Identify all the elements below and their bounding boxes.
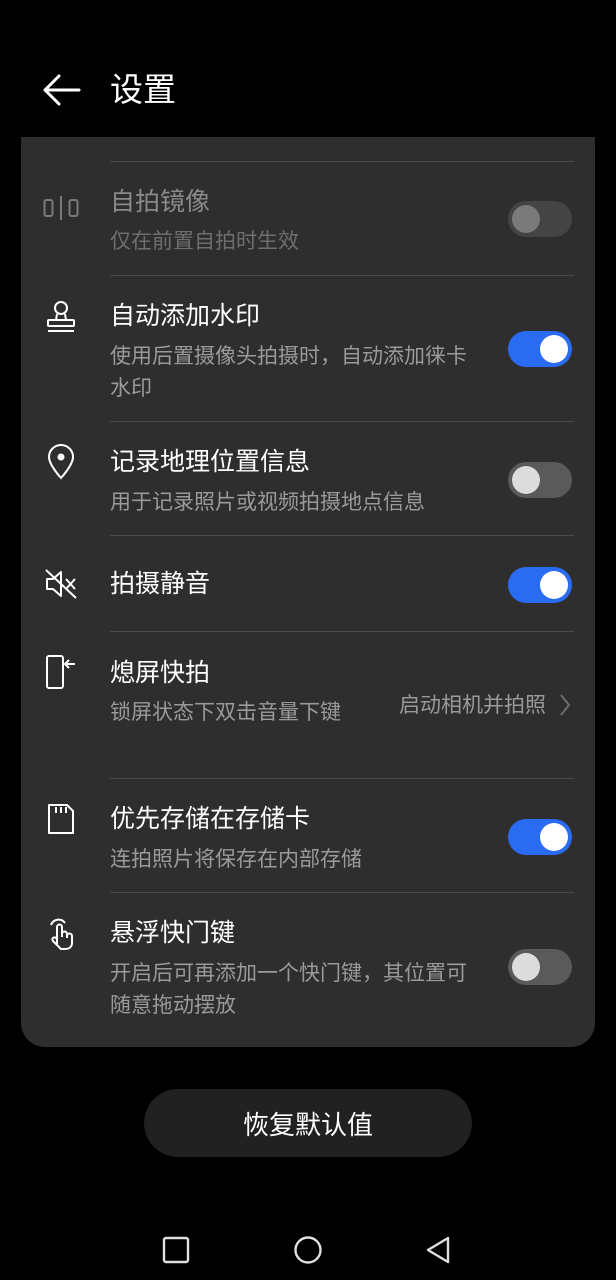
mute-speaker-icon	[43, 566, 79, 602]
setting-title: 自动添加水印	[110, 301, 261, 330]
header: 设置	[0, 0, 616, 137]
chevron-right-icon	[560, 694, 571, 716]
touch-hand-icon	[43, 915, 79, 951]
mirror-icon	[43, 190, 79, 226]
setting-subtitle: 开启后可再添加一个快门键，其位置可随意拖动摆放	[110, 961, 467, 1017]
setting-title: 悬浮快门键	[110, 918, 236, 947]
square-recent-icon	[162, 1236, 190, 1264]
arrow-left-icon	[43, 74, 81, 106]
watermark-toggle[interactable]	[508, 331, 572, 367]
toggle-knob	[540, 823, 568, 851]
setting-row-mirror: 自拍镜像 仅在前置自拍时生效	[21, 162, 595, 276]
sd-card-toggle[interactable]	[508, 819, 572, 855]
setting-title: 熄屏快拍	[110, 658, 211, 687]
location-toggle[interactable]	[508, 462, 572, 498]
setting-title: 自拍镜像	[110, 187, 211, 216]
toggle-knob	[540, 335, 568, 363]
back-button[interactable]	[36, 66, 86, 114]
page-title: 设置	[110, 70, 176, 109]
reset-defaults-button[interactable]: 恢复默认值	[144, 1089, 472, 1157]
settings-card: 自拍镜像 仅在前置自拍时生效 自动添加水印 使用后置摄像头拍摄时，自动添加徕卡水…	[21, 137, 595, 1047]
setting-row-watermark[interactable]: 自动添加水印 使用后置摄像头拍摄时，自动添加徕卡水印	[21, 276, 595, 422]
setting-title: 记录地理位置信息	[110, 447, 311, 476]
toggle-knob	[540, 571, 568, 599]
mute-toggle[interactable]	[508, 567, 572, 603]
triangle-back-icon	[426, 1236, 450, 1264]
setting-title: 优先存储在存储卡	[110, 804, 311, 833]
toggle-knob	[512, 205, 540, 233]
setting-subtitle: 使用后置摄像头拍摄时，自动添加徕卡水印	[110, 344, 467, 400]
setting-row-quick-snap[interactable]: 熄屏快拍 锁屏状态下双击音量下键 启动相机并拍照	[21, 632, 595, 779]
setting-row-location[interactable]: 记录地理位置信息 用于记录照片或视频拍摄地点信息	[21, 422, 595, 536]
setting-row-mute[interactable]: 拍摄静音	[21, 536, 595, 632]
setting-subtitle: 仅在前置自拍时生效	[110, 229, 299, 253]
settings-screen: 设置 自拍镜像 仅在前置自拍时生效 自动添加水印 使用后置摄像头拍摄时，自动添加…	[0, 0, 616, 1280]
toggle-knob	[512, 466, 540, 494]
stamp-icon	[43, 299, 79, 335]
setting-title: 拍摄静音	[110, 569, 211, 598]
system-nav-bar	[0, 1220, 616, 1280]
location-pin-icon	[43, 444, 79, 480]
circle-home-icon	[294, 1236, 322, 1264]
phone-quick-snap-icon	[43, 654, 79, 690]
quick-snap-value: 启动相机并拍照	[399, 693, 546, 717]
setting-subtitle: 连拍照片将保存在内部存储	[110, 847, 362, 871]
sd-card-icon	[43, 801, 79, 837]
mirror-toggle[interactable]	[508, 201, 572, 237]
setting-row-floating-shutter[interactable]: 悬浮快门键 开启后可再添加一个快门键，其位置可随意拖动摆放	[21, 893, 595, 1047]
setting-row-sd-card[interactable]: 优先存储在存储卡 连拍照片将保存在内部存储	[21, 779, 595, 893]
nav-back-button[interactable]	[418, 1232, 458, 1268]
toggle-knob	[512, 953, 540, 981]
recent-apps-button[interactable]	[156, 1232, 196, 1268]
floating-shutter-toggle[interactable]	[508, 949, 572, 985]
setting-subtitle: 用于记录照片或视频拍摄地点信息	[110, 490, 425, 514]
home-button[interactable]	[288, 1232, 328, 1268]
setting-subtitle: 锁屏状态下双击音量下键	[110, 700, 341, 724]
